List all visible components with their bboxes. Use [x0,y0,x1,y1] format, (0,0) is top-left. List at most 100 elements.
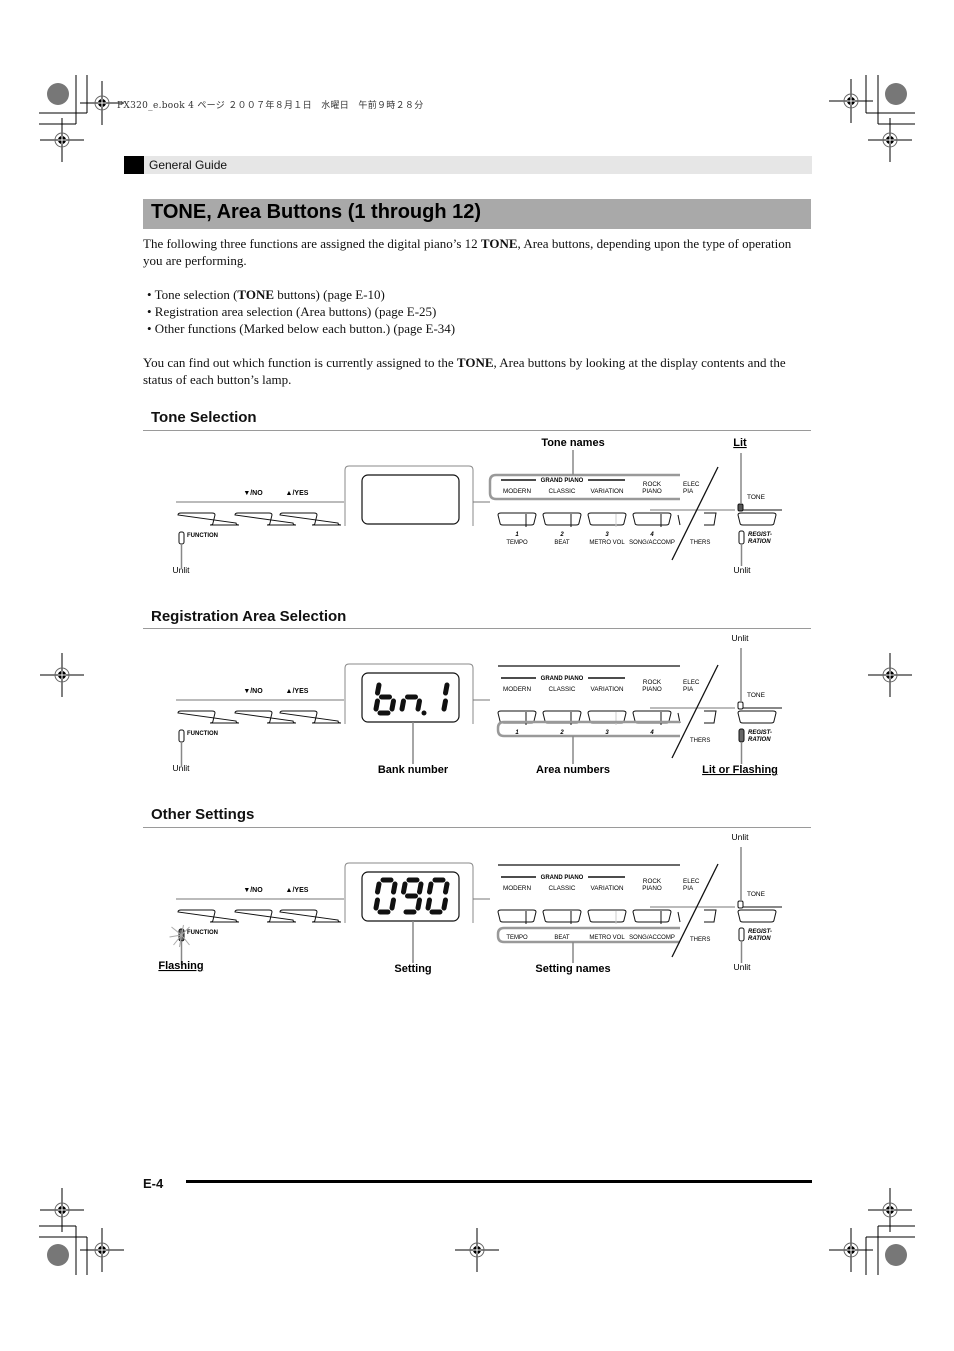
area-number: 2 [559,532,564,538]
registration-label: REGIST- [748,532,772,538]
display-segment [441,698,448,712]
tone-name: ELEC [683,481,700,488]
display-segment [417,881,424,895]
area-callout: Setting names [535,963,610,975]
display-segment [375,881,382,895]
diagram-other-settings: ▼/NO ▲/YES FUNCTION GRAND PIANO MODERN CLASSI… [0,827,954,987]
tone-lamp [737,503,744,512]
no-label: ▼/NO [243,490,263,497]
intro-paragraph: The following three functions are assign… [143,236,792,268]
area-button-2 [542,909,582,923]
display-segment [427,881,434,895]
display-segment [415,698,422,712]
tone-name: PIA [683,885,694,892]
tone-name: MODERN [503,885,531,892]
tone-name: PIANO [642,686,662,693]
display-callout: Setting [394,963,431,975]
tone-label: TONE [747,494,766,501]
area-callout: Area numbers [536,764,610,776]
tone-label: TONE [747,692,766,699]
function-list: • Tone selection (TONE buttons) (page E-… [147,286,455,337]
registration-lamp [738,530,745,545]
setting-name: TEMPO [506,540,528,546]
unlit-callout: Unlit [733,962,751,972]
yes-label: ▲/YES [286,688,309,695]
display-segment [373,897,380,911]
display-segment [443,881,450,895]
tone-name: ROCK [643,679,662,686]
unlit-callout: Unlit [172,763,190,773]
tone-name: CLASSIC [549,885,576,892]
list-item: • Other functions (Marked below each but… [147,321,456,336]
tone-name: ELEC [683,878,700,885]
display-segment [425,897,432,911]
tone-label: TONE [747,891,766,898]
display-segment [399,698,406,712]
diagram-registration: ▼/NO ▲/YES FUNCTION GRAND PIANO MODERN CLASSI… [0,628,954,788]
tone-name: CLASSIC [549,488,576,495]
setting-name: SONG/ACCOMP [629,540,675,546]
function-label: FUNCTION [187,533,218,539]
setting-name: METRO VOL [589,540,625,546]
tone-button [737,710,777,724]
setting-name: SONG/ACCOMP [629,935,675,941]
tone-name: MODERN [503,488,531,495]
page-number: E-4 [143,1176,164,1191]
function-button [177,909,240,923]
function-button [177,710,240,724]
area-button-partial [704,512,717,526]
tone-button [737,512,777,526]
section-label: General Guide [149,158,228,172]
unlit-callout: Unlit [731,832,749,842]
no-label: ▼/NO [243,887,263,894]
registration-label: REGIST- [748,730,772,736]
setting-name: TEMPO [506,935,528,941]
lcd-display [361,474,460,525]
grand-piano-label: GRAND PIANO [541,875,584,881]
grand-piano-label: GRAND PIANO [541,676,584,682]
unlit-callout: Unlit [172,565,190,575]
display-segment [415,897,422,911]
setting-name: METRO VOL [589,935,625,941]
tone-lamp [737,701,744,710]
display-segment [389,698,396,712]
section-heading-other-settings: Other Settings [151,806,255,823]
registration-lamp [738,728,745,743]
flashing-callout: Flashing [158,960,203,972]
function-lamp [178,729,185,743]
area-button-partial [677,514,681,526]
area-button-1 [497,909,537,923]
setting-name: THERS [690,540,710,546]
section-bar [124,156,812,174]
display-segment [389,897,396,911]
registration-label: RATION [748,539,771,545]
display-segment [401,881,408,895]
no-label: ▼/NO [243,688,263,695]
grand-piano-label: GRAND PIANO [541,478,584,484]
area-button-4 [632,512,672,526]
tone-name: ROCK [643,481,662,488]
area-button-2 [542,512,582,526]
display-segment [391,881,398,895]
section-marker [124,156,144,174]
area-button-partial [704,909,717,923]
setting-name: THERS [690,738,710,744]
list-item: • Tone selection (TONE buttons) (page E-… [147,287,385,302]
registration-lamp [738,927,745,942]
yes-label: ▲/YES [286,887,309,894]
area-button-partial [704,710,717,724]
display-callout: Bank number [378,764,449,776]
unlit-callout: Unlit [731,633,749,643]
function-button [177,512,240,526]
diagram-tone-selection: ▼/NO ▲/YES FUNCTION GRAND PIANO MODERN CLASSI… [0,430,954,590]
tone-name: PIA [683,686,694,693]
tone-name: VARIATION [590,885,623,892]
print-header: PX320_e.book 4 ページ ２００７年８月１日 水曜日 午前９時２８分 [117,101,424,111]
registration-label: RATION [748,737,771,743]
display-segment [373,698,380,712]
tone-name: CLASSIC [549,686,576,693]
display-segment [443,682,450,696]
area-button-1 [497,512,537,526]
tone-name: PIA [683,488,694,495]
setting-name: BEAT [554,540,570,546]
